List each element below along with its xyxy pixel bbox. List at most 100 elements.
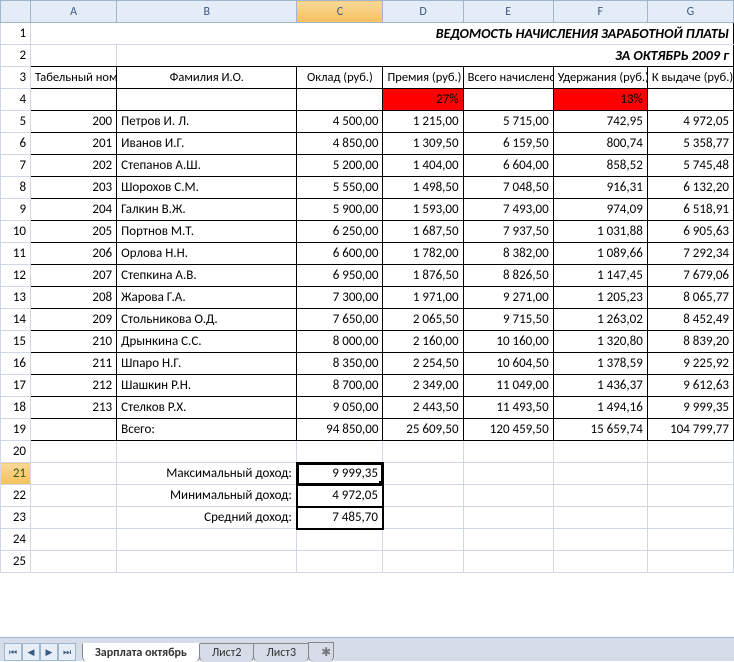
- sheet-tab[interactable]: Лист3: [253, 643, 309, 662]
- row-header[interactable]: 5: [1, 111, 31, 133]
- cell-fio[interactable]: Галкин В.Ж.: [117, 199, 297, 221]
- cell-fio[interactable]: Степкина А.В.: [117, 265, 297, 287]
- cell-salary[interactable]: 7 300,00: [297, 287, 383, 309]
- cell-salary[interactable]: 6 600,00: [297, 243, 383, 265]
- cell-withheld[interactable]: 1 263,02: [553, 309, 647, 331]
- cell-accrued[interactable]: 9 271,00: [463, 287, 553, 309]
- cell-tabnum[interactable]: 200: [31, 111, 117, 133]
- title-cell[interactable]: ВЕДОМОСТЬ НАЧИСЛЕНИЯ ЗАРАБОТНОЙ ПЛАТЫ: [31, 23, 734, 45]
- cell-bonus[interactable]: 1 404,00: [383, 155, 463, 177]
- cell-bonus[interactable]: 1 971,00: [383, 287, 463, 309]
- cell-accrued[interactable]: 9 715,50: [463, 309, 553, 331]
- cell-tabnum[interactable]: 213: [31, 397, 117, 419]
- cell-bonus[interactable]: 1 309,50: [383, 133, 463, 155]
- sheet-tab-active[interactable]: Зарплата октябрь: [82, 643, 200, 662]
- cell-bonus[interactable]: 1 498,50: [383, 177, 463, 199]
- insert-sheet-icon[interactable]: ✱: [308, 642, 334, 662]
- cell-bonus[interactable]: 2 443,50: [383, 397, 463, 419]
- cell-tabnum[interactable]: 210: [31, 331, 117, 353]
- totals-payout[interactable]: 104 799,77: [647, 419, 733, 441]
- cell-payout[interactable]: 9 612,63: [647, 375, 733, 397]
- cell-payout[interactable]: 6 905,63: [647, 221, 733, 243]
- row-header[interactable]: 19: [1, 419, 31, 441]
- th-tabnum[interactable]: Табельный номер: [31, 67, 117, 89]
- row-header[interactable]: 23: [1, 507, 31, 529]
- row-header[interactable]: 9: [1, 199, 31, 221]
- cell-tabnum[interactable]: 208: [31, 287, 117, 309]
- selected-cell[interactable]: 9 999,35: [297, 463, 383, 485]
- cell-fio[interactable]: Стелков Р.Х.: [117, 397, 297, 419]
- row-header[interactable]: 21: [1, 463, 31, 485]
- row-header[interactable]: 8: [1, 177, 31, 199]
- bonus-percent[interactable]: 27%: [383, 89, 463, 111]
- cell-payout[interactable]: 7 292,34: [647, 243, 733, 265]
- cell-bonus[interactable]: 2 254,50: [383, 353, 463, 375]
- column-header-row[interactable]: A B C D E F G: [1, 1, 734, 23]
- cell-accrued[interactable]: 11 049,00: [463, 375, 553, 397]
- cell-payout[interactable]: 7 679,06: [647, 265, 733, 287]
- cell-salary[interactable]: 6 250,00: [297, 221, 383, 243]
- cell-withheld[interactable]: 1 494,16: [553, 397, 647, 419]
- cell-bonus[interactable]: 1 215,00: [383, 111, 463, 133]
- table-row[interactable]: 9204Галкин В.Ж.5 900,001 593,007 493,009…: [1, 199, 734, 221]
- cell-tabnum[interactable]: 204: [31, 199, 117, 221]
- row-header[interactable]: 18: [1, 397, 31, 419]
- cell-salary[interactable]: 7 650,00: [297, 309, 383, 331]
- row-header[interactable]: 24: [1, 529, 31, 551]
- row-header[interactable]: 3: [1, 67, 31, 89]
- th-fio[interactable]: Фамилия И.О.: [117, 67, 297, 89]
- cell-payout[interactable]: 8 065,77: [647, 287, 733, 309]
- cell-salary[interactable]: 8 000,00: [297, 331, 383, 353]
- cell-withheld[interactable]: 1 436,37: [553, 375, 647, 397]
- totals-accrued[interactable]: 120 459,50: [463, 419, 553, 441]
- col-header-E[interactable]: E: [463, 1, 553, 23]
- cell-withheld[interactable]: 1 089,66: [553, 243, 647, 265]
- summary-min[interactable]: 4 972,05: [297, 485, 383, 507]
- cell-salary[interactable]: 4 500,00: [297, 111, 383, 133]
- cell-fio[interactable]: Шашкин Р.Н.: [117, 375, 297, 397]
- col-header-G[interactable]: G: [647, 1, 733, 23]
- table-row[interactable]: 11206Орлова Н.Н.6 600,001 782,008 382,00…: [1, 243, 734, 265]
- cell-salary[interactable]: 4 850,00: [297, 133, 383, 155]
- row-header[interactable]: 15: [1, 331, 31, 353]
- cell-payout[interactable]: 5 745,48: [647, 155, 733, 177]
- cell-withheld[interactable]: 1 205,23: [553, 287, 647, 309]
- cell-tabnum[interactable]: 212: [31, 375, 117, 397]
- totals-withheld[interactable]: 15 659,74: [553, 419, 647, 441]
- cell-fio[interactable]: Шорохов С.М.: [117, 177, 297, 199]
- cell-salary[interactable]: 5 550,00: [297, 177, 383, 199]
- cell-withheld[interactable]: 916,31: [553, 177, 647, 199]
- cell-salary[interactable]: 8 700,00: [297, 375, 383, 397]
- table-row[interactable]: 15210Дрынкина С.С.8 000,002 160,0010 160…: [1, 331, 734, 353]
- totals-salary[interactable]: 94 850,00: [297, 419, 383, 441]
- cell-fio[interactable]: Портнов М.Т.: [117, 221, 297, 243]
- cell-accrued[interactable]: 8 826,50: [463, 265, 553, 287]
- cell-accrued[interactable]: 6 159,50: [463, 133, 553, 155]
- row-header[interactable]: 11: [1, 243, 31, 265]
- tab-nav-first[interactable]: ⏮: [4, 643, 22, 661]
- row-header[interactable]: 12: [1, 265, 31, 287]
- cell-payout[interactable]: 6 132,20: [647, 177, 733, 199]
- cell-accrued[interactable]: 10 604,50: [463, 353, 553, 375]
- cell-fio[interactable]: Петров И. Л.: [117, 111, 297, 133]
- cell-accrued[interactable]: 6 604,00: [463, 155, 553, 177]
- row-header[interactable]: 2: [1, 45, 31, 67]
- th-withheld[interactable]: Удержания (руб.): [553, 67, 647, 89]
- cell-bonus[interactable]: 1 687,50: [383, 221, 463, 243]
- cell-accrued[interactable]: 7 048,50: [463, 177, 553, 199]
- spreadsheet-grid[interactable]: A B C D E F G 1 ВЕДОМОСТЬ НАЧИСЛЕНИЯ ЗАР…: [0, 0, 734, 573]
- table-row[interactable]: 8203Шорохов С.М.5 550,001 498,507 048,50…: [1, 177, 734, 199]
- summary-avg-label[interactable]: Средний доход:: [117, 507, 297, 529]
- cell-bonus[interactable]: 2 065,50: [383, 309, 463, 331]
- sheet-tab[interactable]: Лист2: [199, 643, 255, 662]
- row-header[interactable]: 20: [1, 441, 31, 463]
- cell-fio[interactable]: Степанов А.Ш.: [117, 155, 297, 177]
- cell-payout[interactable]: 9 225,92: [647, 353, 733, 375]
- cell-payout[interactable]: 9 999,35: [647, 397, 733, 419]
- cell-bonus[interactable]: 2 349,00: [383, 375, 463, 397]
- row-header[interactable]: 16: [1, 353, 31, 375]
- cell-accrued[interactable]: 8 382,00: [463, 243, 553, 265]
- cell-tabnum[interactable]: 201: [31, 133, 117, 155]
- th-payout[interactable]: К выдаче (руб.): [647, 67, 733, 89]
- col-header-F[interactable]: F: [553, 1, 647, 23]
